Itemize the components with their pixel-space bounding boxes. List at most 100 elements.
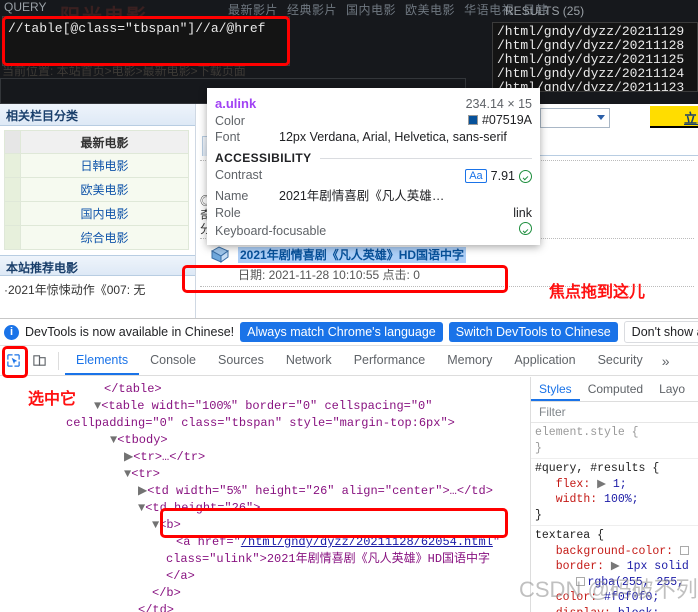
dom-line-text: <b> — [159, 518, 181, 532]
tooltip-selector-row: a.ulink 234.14 × 15 — [215, 96, 532, 111]
collapse-triangle-icon[interactable]: ▶ — [124, 450, 133, 464]
dom-line-anchor[interactable]: <a href="/html/gndy/dyzz/20211128/62054.… — [0, 534, 530, 551]
color-swatch[interactable] — [576, 577, 585, 586]
dom-line[interactable]: ▶<tr>…</tr> — [0, 449, 530, 466]
nav-item-0[interactable]: 最新影片 — [228, 3, 278, 17]
more-tabs-icon[interactable]: » — [654, 353, 678, 369]
nav-item-3[interactable]: 欧美电影 — [405, 3, 455, 17]
css-prop-name[interactable]: width: — [556, 493, 597, 506]
css-prop-value[interactable]: 1px solid — [627, 560, 689, 573]
dont-show-again-button[interactable]: Don't show again — [624, 321, 698, 343]
category-swatch — [5, 131, 21, 153]
tab-network[interactable]: Network — [275, 346, 343, 375]
info-icon: i — [4, 325, 19, 340]
css-prop-value[interactable]: 1; — [613, 478, 627, 491]
dom-line-text: class="ulink">2021年剧情喜剧《凡人英雄》HD国语中字 — [166, 552, 490, 566]
tab-console[interactable]: Console — [139, 346, 207, 375]
styles-filter-input[interactable]: Filter — [531, 402, 698, 423]
styles-pane: Styles Computed Layo Filter element.styl… — [530, 377, 698, 612]
always-match-language-button[interactable]: Always match Chrome's language — [240, 322, 443, 342]
category-item-1[interactable]: 日韩电影 — [4, 154, 189, 178]
selected-link[interactable]: 2021年剧情喜剧《凡人英雄》HD国语中字 — [238, 247, 466, 263]
tab-sources[interactable]: Sources — [207, 346, 275, 375]
tooltip-color-right: #07519A — [468, 113, 532, 127]
css-rule-element-style[interactable]: element.style { } — [531, 423, 698, 459]
divider — [320, 158, 532, 159]
tooltip-font-key: Font — [215, 130, 279, 144]
folder-icon — [210, 246, 230, 263]
check-icon — [519, 222, 532, 235]
inspect-element-icon[interactable] — [0, 348, 26, 374]
search-button[interactable]: 立即搜索 — [650, 106, 698, 128]
contrast-value: 7.91 — [491, 169, 515, 183]
collapse-triangle-icon[interactable]: ▶ — [138, 484, 147, 498]
category-label: 综合电影 — [21, 229, 188, 246]
dom-line[interactable]: ▼<tbody> — [0, 432, 530, 449]
site-sidebar: 相关栏目分类 最新电影 日韩电影 欧美电影 国内电影 — [0, 104, 196, 318]
expand-triangle-icon[interactable]: ▶ — [590, 478, 613, 491]
nav-item-2[interactable]: 国内电影 — [346, 3, 396, 17]
results-list[interactable]: /html/gndy/dyzz/20211129 /html/gndy/dyzz… — [492, 22, 698, 92]
search-select[interactable] — [540, 108, 610, 128]
dom-line-text: </b> — [152, 586, 181, 600]
recommend-item[interactable]: ·2021年惊悚动作《007: 无 — [0, 276, 195, 298]
query-label: QUERY — [4, 0, 46, 14]
category-item-4[interactable]: 综合电影 — [4, 226, 189, 250]
dom-line: cellpadding="0" class="tbspan" style="ma… — [0, 415, 530, 432]
css-prop-name[interactable]: color: — [556, 591, 597, 604]
tab-memory[interactable]: Memory — [436, 346, 503, 375]
tab-security[interactable]: Security — [587, 346, 654, 375]
tooltip-font-row: Font 12px Verdana, Arial, Helvetica, san… — [215, 130, 532, 144]
css-selector: textarea { — [535, 529, 604, 542]
css-rule-textarea[interactable]: textarea { background-color: border: ▶ 1… — [531, 526, 698, 612]
css-close-brace: } — [535, 509, 542, 522]
css-prop-value[interactable]: 100%; — [604, 493, 639, 506]
category-item-3[interactable]: 国内电影 — [4, 202, 189, 226]
dom-line[interactable]: ▼<td height="26"> — [0, 500, 530, 517]
tab-layout[interactable]: Layo — [651, 377, 693, 401]
css-prop-name[interactable]: flex: — [556, 478, 591, 491]
tab-computed[interactable]: Computed — [580, 377, 651, 401]
tooltip-contrast-row: Contrast Aa 7.91 — [215, 168, 532, 183]
dom-line: </a> — [0, 568, 530, 585]
tooltip-font-value: 12px Verdana, Arial, Helvetica, sans-ser… — [279, 130, 507, 144]
category-item-0[interactable]: 最新电影 — [4, 130, 189, 154]
css-prop-name[interactable]: background-color: — [556, 545, 673, 558]
category-item-2[interactable]: 欧美电影 — [4, 178, 189, 202]
expand-triangle-icon[interactable]: ▶ — [604, 560, 627, 573]
css-prop-name[interactable]: border: — [556, 560, 604, 573]
tooltip-color-key: Color — [215, 114, 279, 128]
dom-line[interactable]: ▼<table width="100%" border="0" cellspac… — [0, 398, 530, 415]
color-swatch[interactable] — [680, 546, 689, 555]
css-rule-query-results[interactable]: #query, #results { flex: ▶ 1; width: 100… — [531, 459, 698, 526]
category-list: 最新电影 日韩电影 欧美电影 国内电影 综合电影 — [0, 126, 195, 250]
dom-line[interactable]: ▼<b> — [0, 517, 530, 534]
tab-elements[interactable]: Elements — [65, 346, 139, 375]
query-input[interactable]: //table[@class="tbspan"]//a/@href — [2, 16, 290, 66]
css-prop-value[interactable]: rgba(255, 255, — [587, 576, 684, 589]
switch-to-chinese-button[interactable]: Switch DevTools to Chinese — [449, 322, 618, 342]
css-prop-value[interactable]: #f0f0f0; — [604, 591, 659, 604]
notice-text: DevTools is now available in Chinese! — [25, 325, 234, 339]
tab-styles[interactable]: Styles — [531, 377, 580, 401]
tooltip-selector: a.ulink — [215, 96, 256, 111]
tab-performance[interactable]: Performance — [343, 346, 437, 375]
tooltip-name-row: Name 2021年剧情喜剧《凡人英雄》HD国语… — [215, 185, 532, 204]
dom-line[interactable]: ▼<tr> — [0, 466, 530, 483]
nav-item-1[interactable]: 经典影片 — [287, 3, 337, 17]
annotation-drag-here: 焦点拖到这儿 — [549, 278, 645, 302]
tooltip-contrast-right: Aa 7.91 — [465, 169, 532, 183]
tooltip-color-row: Color #07519A — [215, 113, 532, 128]
dom-line: </b> — [0, 585, 530, 602]
css-selector: element.style { — [535, 426, 639, 439]
dom-line[interactable]: ▶<td width="5%" height="26" align="cente… — [0, 483, 530, 500]
css-prop-name[interactable]: display: — [556, 607, 611, 612]
category-label: 国内电影 — [21, 205, 188, 222]
tooltip-focus-right — [519, 222, 532, 235]
dom-tree[interactable]: </table> ▼<table width="100%" border="0"… — [0, 377, 530, 612]
dom-anchor-href[interactable]: /html/gndy/dyzz/20211128/62054.html — [241, 535, 493, 549]
tab-application[interactable]: Application — [503, 346, 586, 375]
category-swatch — [5, 202, 21, 225]
device-toolbar-icon[interactable] — [26, 348, 52, 374]
css-prop-value[interactable]: block; — [618, 607, 659, 612]
